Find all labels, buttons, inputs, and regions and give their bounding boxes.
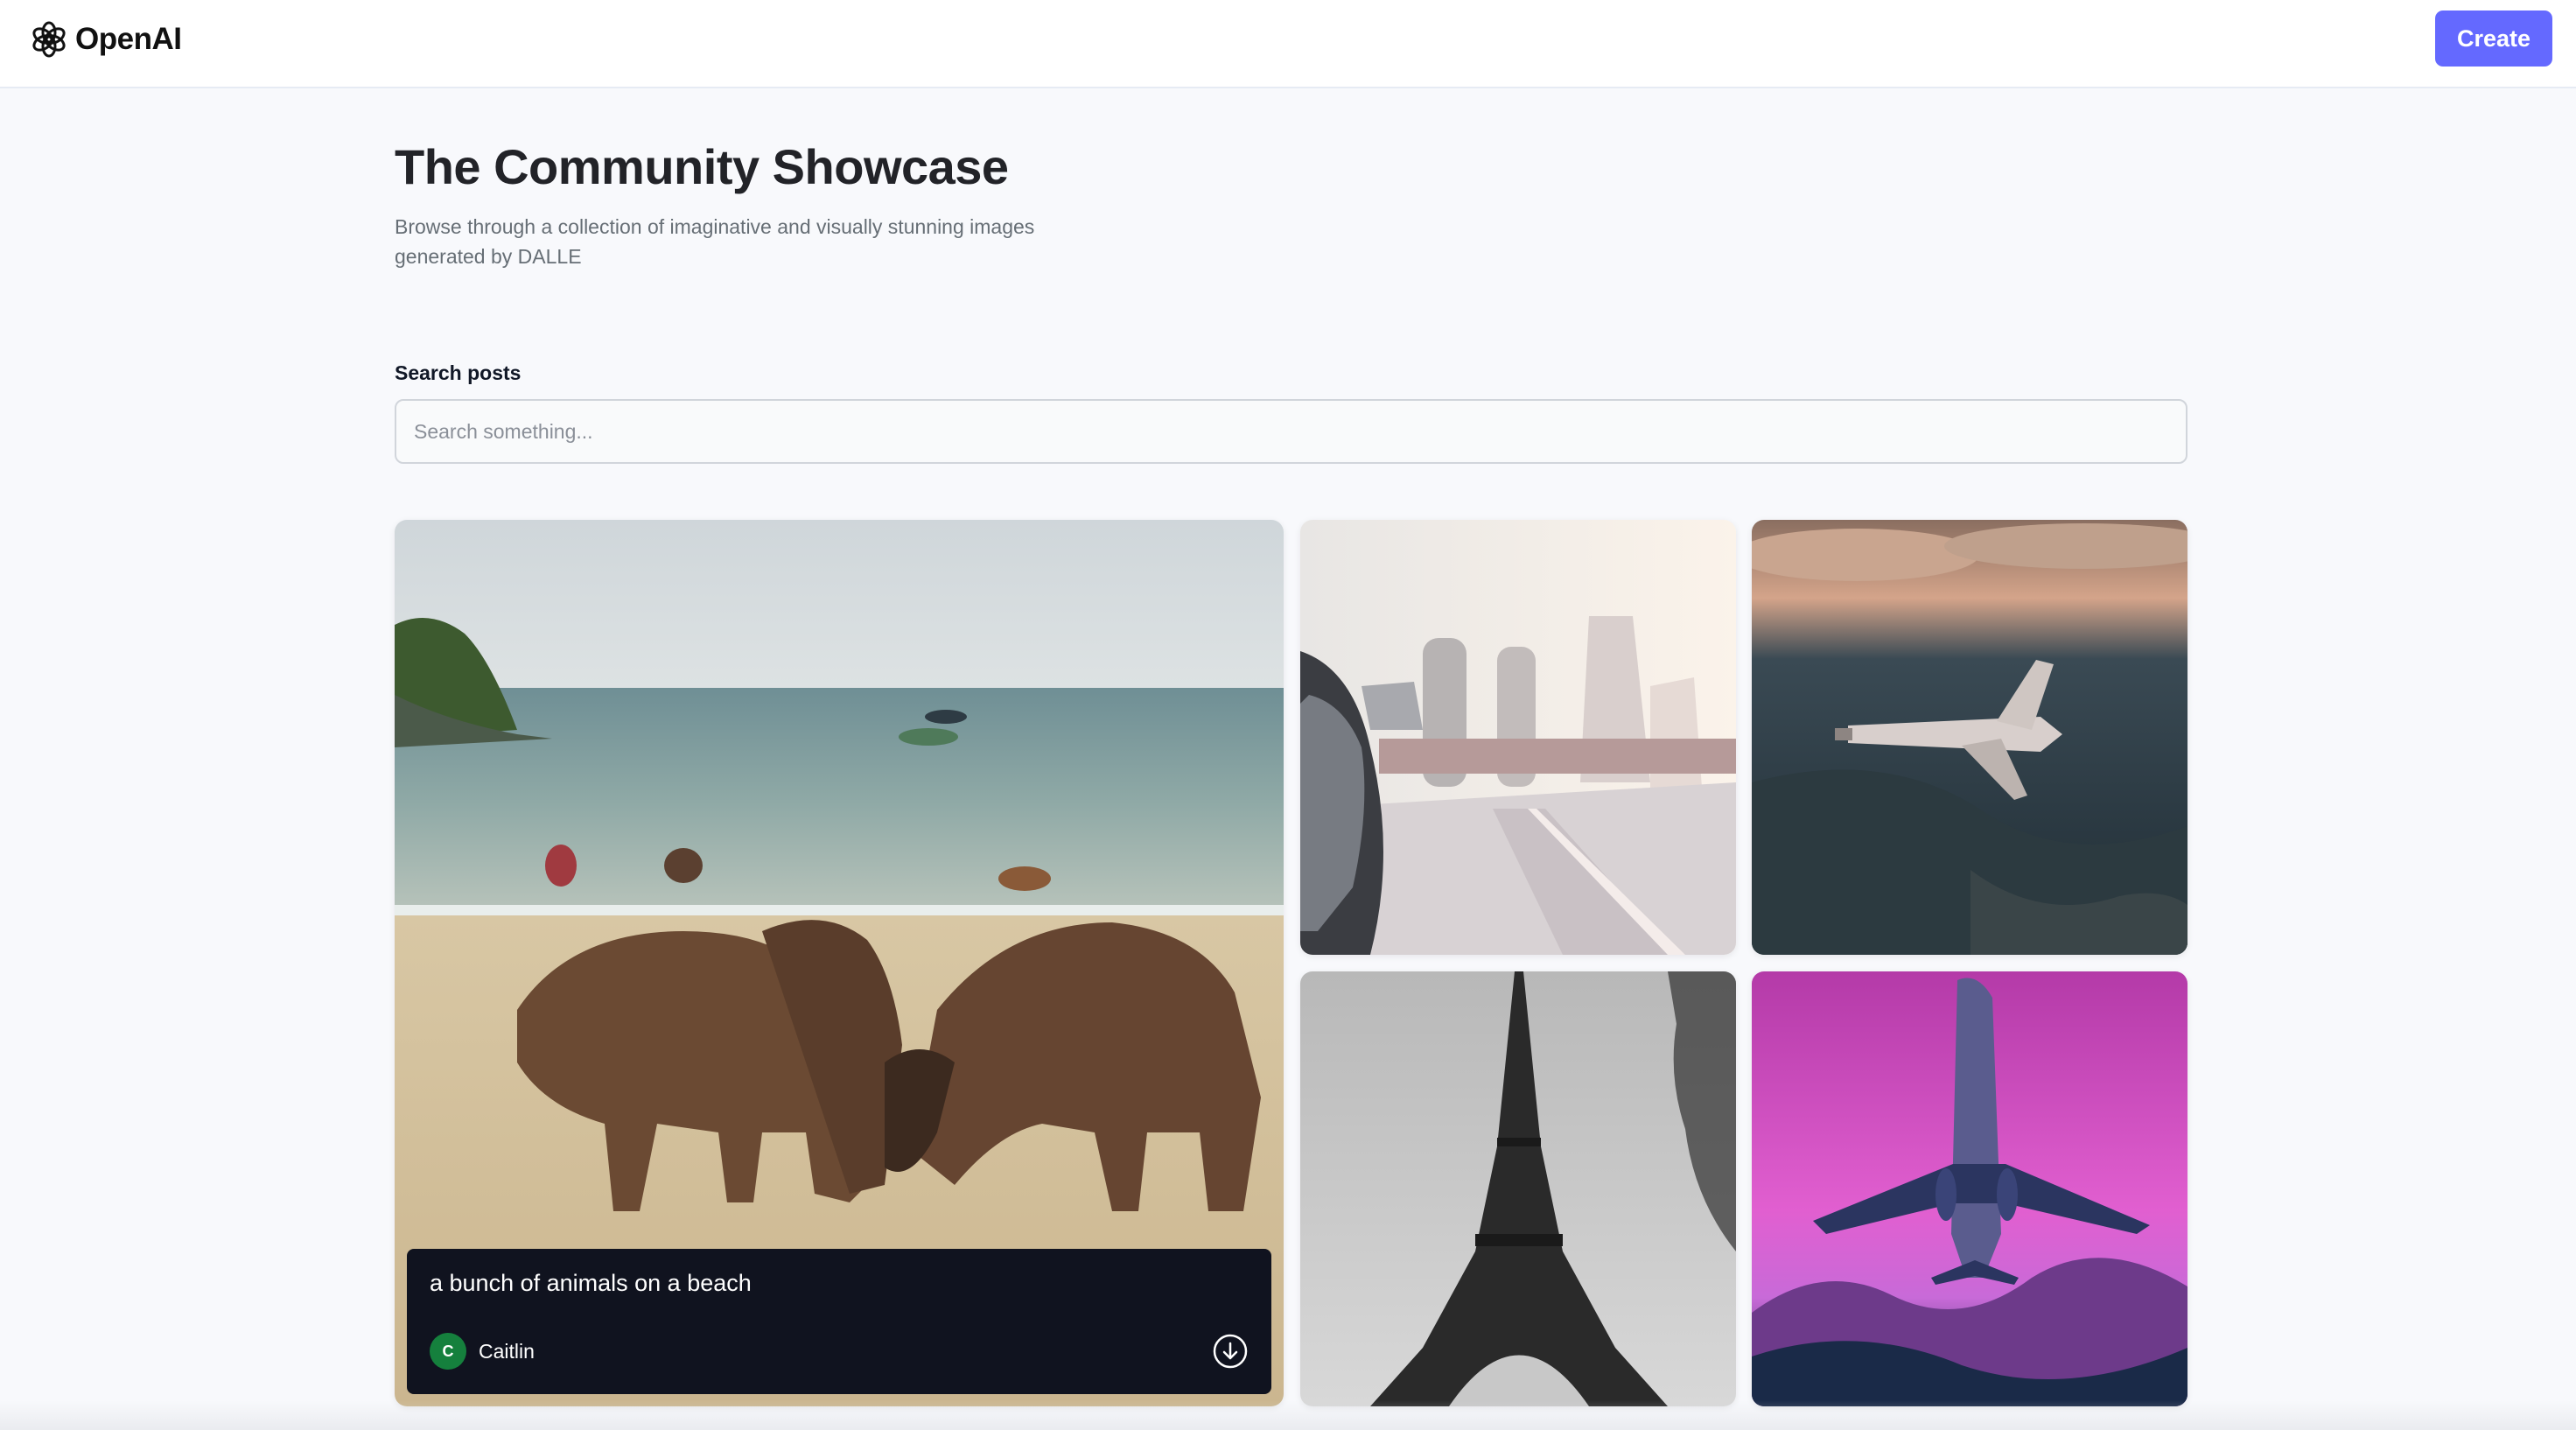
bottom-fade [0, 1400, 2576, 1430]
post-image [1300, 971, 1736, 1406]
post-author-row: C Caitlin [430, 1331, 1249, 1371]
author-name: Caitlin [479, 1339, 535, 1363]
openai-logo[interactable]: OpenAI [28, 18, 182, 61]
page-subtitle: Browse through a collection of imaginati… [395, 215, 1035, 268]
post-image [1752, 971, 2188, 1406]
search-label: Search posts [395, 361, 522, 384]
page-title: The Community Showcase [395, 139, 1009, 194]
top-navbar: OpenAI Create [0, 0, 2576, 88]
post-card[interactable] [1300, 520, 1736, 955]
post-image [1752, 520, 2188, 955]
download-icon[interactable] [1212, 1333, 1249, 1370]
logo-text: OpenAI [75, 22, 182, 56]
post-author: C Caitlin [430, 1333, 535, 1370]
post-image [1300, 520, 1736, 955]
create-button[interactable]: Create [2435, 11, 2552, 67]
post-card[interactable] [1752, 520, 2188, 955]
post-card[interactable]: a bunch of animals on a beach C Caitlin [395, 520, 1284, 1406]
search-input[interactable] [395, 399, 2188, 464]
post-card[interactable] [1752, 971, 2188, 1406]
avatar: C [430, 1333, 466, 1370]
post-prompt: a bunch of animals on a beach [430, 1270, 752, 1296]
post-card[interactable] [1300, 971, 1736, 1406]
openai-logo-icon [32, 21, 66, 58]
post-info-overlay: a bunch of animals on a beach C Caitlin [407, 1249, 1271, 1394]
